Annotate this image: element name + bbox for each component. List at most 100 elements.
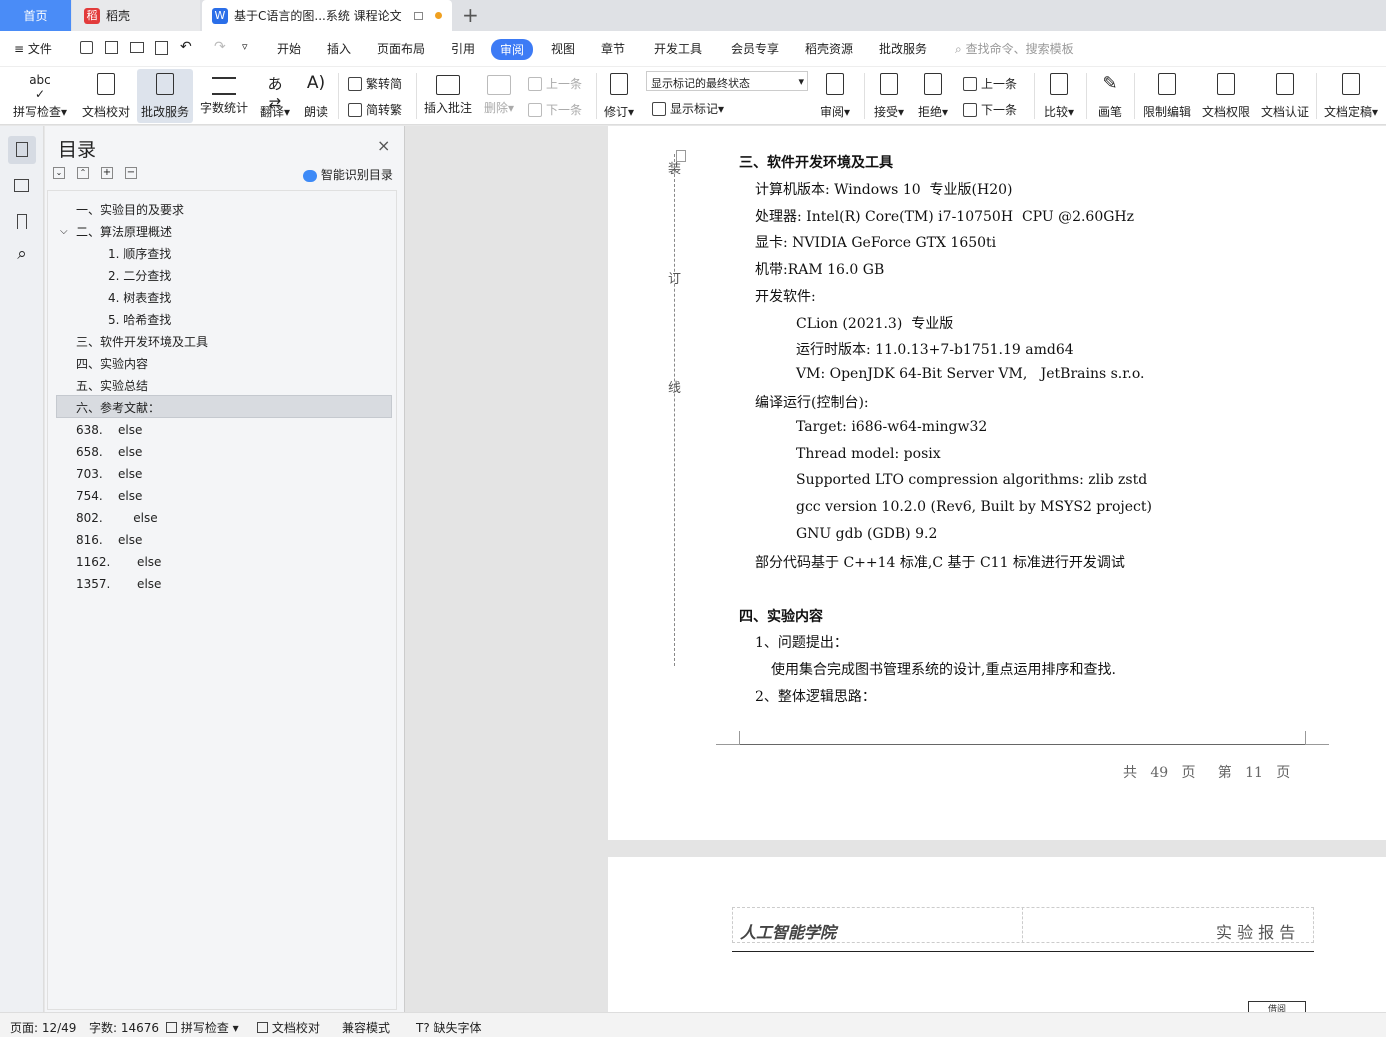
menu-devtools[interactable]: 开发工具 [654, 40, 702, 57]
prev-change-button[interactable]: 上一条 [963, 75, 1017, 92]
prev-change-icon [963, 76, 977, 91]
bookmark-icon[interactable] [8, 208, 36, 236]
doc-certify-button[interactable]: 文档认证 [1259, 69, 1311, 123]
command-search-placeholder: 查找命令、搜索模板 [965, 42, 1074, 56]
redo-icon[interactable]: ↷ [214, 39, 226, 55]
toc-item[interactable]: 1357. else [76, 573, 161, 595]
translate-button[interactable]: あ⇄ 翻译▾ [256, 69, 294, 123]
menu-docer-resources[interactable]: 稻壳资源 [805, 40, 853, 57]
toc-item[interactable]: 802. else [76, 507, 158, 529]
menu-member[interactable]: 会员专享 [731, 40, 779, 57]
restrict-editing-button[interactable]: 限制编辑 [1140, 69, 1194, 123]
insert-comment-button[interactable]: 插入批注 [422, 69, 474, 123]
tab-home[interactable]: 首页 [0, 0, 71, 31]
menu-layout[interactable]: 页面布局 [377, 40, 425, 57]
toc-panel: 目录 × ⌄ ⌃ + − 智能识别目录 一、实验目的及要求 ⌵ 二、算法原理概述… [45, 126, 405, 1012]
status-proofread[interactable]: 文档校对 [257, 1019, 320, 1036]
menu-insert[interactable]: 插入 [327, 40, 351, 57]
markup-state-select[interactable]: 显示标记的最终状态 ▾ [646, 71, 808, 91]
menu-references[interactable]: 引用 [451, 40, 475, 57]
toc-item[interactable]: 638. else [76, 419, 142, 441]
menu-view[interactable]: 视图 [551, 40, 575, 57]
word-count[interactable]: 字数: 14676 [89, 1019, 159, 1036]
simp-to-trad-icon [348, 102, 362, 117]
promote-icon[interactable]: + [101, 167, 113, 179]
search-icon[interactable]: ⌕ [8, 244, 36, 272]
toc-item-selected[interactable]: 三、软件开发环境及工具 [76, 331, 208, 353]
toc-item[interactable]: 二、算法原理概述 [76, 221, 172, 243]
chapter-nav-icon[interactable] [8, 172, 36, 200]
command-search[interactable]: ⌕ 查找命令、搜索模板 [955, 40, 1074, 57]
toc-nav-icon[interactable] [8, 136, 36, 164]
tab-bar: 首页 稻稻壳 W 基于C语言的图...系统 课程论文 + [0, 0, 1386, 31]
more-icon[interactable]: ▿ [242, 40, 248, 53]
simp-to-trad-button[interactable]: 简转繁 [348, 101, 402, 118]
smart-toc-label: 智能识别目录 [320, 168, 393, 182]
spell-check-button[interactable]: abc ✓ 拼写检查▾ [10, 69, 70, 123]
toc-item[interactable]: 四、实验内容 [76, 353, 148, 375]
menu-review[interactable]: 审阅 [491, 39, 534, 60]
doc-line: 机带:RAM 16.0 GB [755, 262, 885, 278]
demote-icon[interactable]: − [125, 167, 137, 179]
new-tab-icon[interactable]: + [462, 3, 479, 27]
toc-item[interactable]: 1. 顺序查找 [108, 243, 171, 265]
toc-item[interactable]: 一、实验目的及要求 [76, 199, 184, 221]
tab-docer[interactable]: 稻稻壳 [72, 0, 200, 31]
menu-correction[interactable]: 批改服务 [879, 40, 927, 57]
prev-comment-button[interactable]: 上一条 [528, 75, 582, 92]
toc-item[interactable]: 4. 树表查找 [108, 287, 171, 309]
toc-item[interactable]: 816. else [76, 529, 142, 551]
accept-button[interactable]: 接受▾ [870, 69, 908, 123]
toc-item[interactable]: 2. 二分查找 [108, 265, 171, 287]
paste-options-icon[interactable] [676, 150, 686, 162]
tab-home-label: 首页 [23, 9, 48, 23]
window-icon[interactable] [413, 11, 423, 20]
file-menu[interactable]: ≡ 文件 [14, 40, 52, 57]
undo-icon[interactable]: ↶ [180, 39, 192, 55]
page-indicator[interactable]: 页面: 12/49 [10, 1019, 76, 1036]
next-comment-button[interactable]: 下一条 [528, 101, 582, 118]
status-spell-check[interactable]: 拼写检查 ▾ [166, 1019, 239, 1036]
toc-item[interactable]: 1162. else [76, 551, 161, 573]
spell-check-icon [166, 1022, 177, 1033]
menu-chapter[interactable]: 章节 [601, 40, 625, 57]
review-pane-button[interactable]: 审阅▾ [815, 69, 855, 123]
compat-mode: 兼容模式 [342, 1021, 391, 1035]
track-changes-button[interactable]: 修订▾ [600, 69, 638, 123]
doc-permission-button[interactable]: 文档权限 [1200, 69, 1252, 123]
missing-font-button[interactable]: T? 缺失字体 [416, 1019, 482, 1036]
print-preview-icon[interactable] [155, 41, 168, 55]
read-aloud-button[interactable]: A) 朗读 [300, 69, 332, 123]
smart-toc-button[interactable]: 智能识别目录 [303, 166, 393, 183]
export-pdf-icon[interactable] [105, 41, 118, 54]
read-aloud-icon: A) [306, 73, 326, 93]
tab-document[interactable]: W 基于C语言的图...系统 课程论文 [202, 0, 452, 31]
collapse-all-icon[interactable]: ⌃ [77, 167, 89, 179]
expand-all-icon[interactable]: ⌄ [53, 167, 65, 179]
toc-item[interactable]: 五、实验总结 [76, 375, 148, 397]
menu-start[interactable]: 开始 [277, 40, 301, 57]
reject-button[interactable]: 拒绝▾ [914, 69, 952, 123]
correction-service-button[interactable]: 批改服务 [137, 69, 193, 123]
toc-item[interactable]: 658. else [76, 441, 142, 463]
pen-button[interactable]: ✎ 画笔 [1094, 69, 1126, 123]
document-page[interactable]: 装 订 线 三、软件开发环境及工具 计算机版本: Windows 10 专业版(… [608, 126, 1386, 840]
document-page-next[interactable]: 人工智能学院 实 验 报 告 借阅 [608, 857, 1386, 1017]
trad-to-simp-button[interactable]: 繁转简 [348, 75, 402, 92]
print-icon[interactable] [130, 42, 144, 53]
next-change-button[interactable]: 下一条 [963, 101, 1017, 118]
save-icon[interactable] [80, 41, 93, 54]
toc-item[interactable]: 754. else [76, 485, 142, 507]
word-count-button[interactable]: 字数统计 [198, 69, 250, 123]
chevron-down-icon[interactable]: ⌵ [60, 226, 68, 237]
close-icon[interactable]: × [377, 136, 390, 155]
finalize-button[interactable]: 文档定稿▾ [1321, 69, 1381, 123]
compare-button[interactable]: 比较▾ [1040, 69, 1078, 123]
toc-item[interactable]: 5. 哈希查找 [108, 309, 171, 331]
doc-permission-label: 文档权限 [1201, 105, 1250, 119]
toc-item[interactable]: 六、参考文献： [76, 397, 160, 419]
delete-comment-button[interactable]: 删除▾ [480, 69, 518, 123]
toc-item[interactable]: 703. else [76, 463, 142, 485]
proofread-button[interactable]: 文档校对 [80, 69, 132, 123]
show-markup-button[interactable]: 显示标记 ▾ [652, 100, 724, 117]
